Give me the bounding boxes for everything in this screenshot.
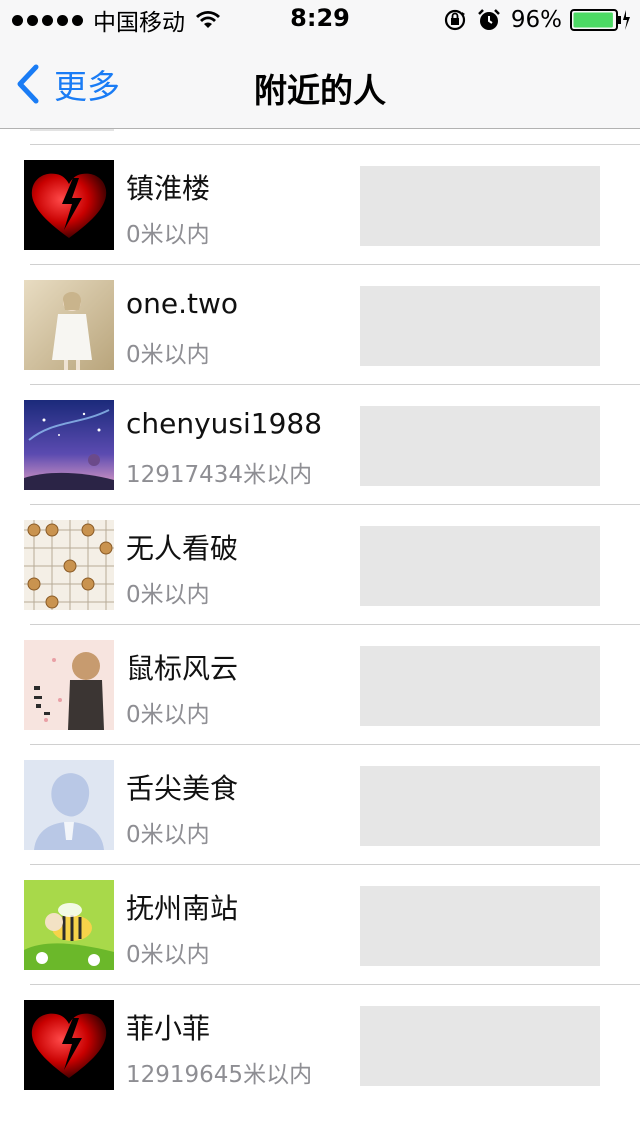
- charging-bolt-icon: [623, 10, 630, 30]
- rotation-lock-icon: [444, 9, 465, 31]
- person-name: 镇淮楼: [126, 172, 211, 205]
- image-placeholder: [360, 766, 600, 846]
- image-placeholder: [360, 406, 600, 486]
- person-distance: 0米以内: [126, 942, 210, 968]
- status-right: 96%: [443, 5, 630, 35]
- list-item-7[interactable]: 抚州南站 0米以内: [24, 865, 640, 985]
- night-sky-avatar[interactable]: [24, 400, 114, 490]
- image-placeholder: [360, 1006, 600, 1086]
- person-name: 抚州南站: [126, 892, 239, 925]
- broken-heart-avatar[interactable]: [24, 1000, 114, 1090]
- person-name: one.two: [126, 287, 239, 320]
- partial-list-item: [30, 129, 640, 145]
- status-bar: 中国移动 8:29 96%: [0, 0, 640, 40]
- chess-board-avatar[interactable]: [24, 520, 114, 610]
- list-item-3[interactable]: chenyusi1988 12917434米以内: [24, 385, 640, 505]
- person-distance: 0米以内: [126, 342, 210, 368]
- image-placeholder: [360, 166, 600, 246]
- person-distance: 0米以内: [126, 222, 210, 248]
- alarm-icon: [477, 9, 500, 30]
- person-distance: 0米以内: [126, 822, 210, 848]
- person-name: chenyusi1988: [126, 407, 323, 440]
- list-item-2[interactable]: one.two 0米以内: [24, 265, 640, 385]
- list-item-8[interactable]: 菲小菲 12919645米以内: [24, 985, 640, 1104]
- cartoon-bee-avatar[interactable]: [24, 880, 114, 970]
- photo-girl-avatar[interactable]: [24, 280, 114, 370]
- person-name: 鼠标风云: [126, 652, 239, 685]
- navigation-bar: 更多 附近的人: [0, 40, 640, 129]
- list-item-6[interactable]: 舌尖美食 0米以内: [24, 745, 640, 865]
- person-distance: 0米以内: [126, 702, 210, 728]
- list-item-5[interactable]: 鼠标风云 0米以内: [24, 625, 640, 745]
- image-placeholder: [360, 646, 600, 726]
- person-distance: 12919645米以内: [126, 1062, 313, 1088]
- page-title: 附近的人: [254, 71, 386, 110]
- people-list: 镇淮楼 0米以内 one.two 0米以内 chenyusi1988 12917…: [0, 129, 640, 1104]
- person-name: 菲小菲: [126, 1012, 211, 1045]
- image-placeholder: [360, 286, 600, 366]
- screen: 中国移动 8:29 96% 更多 附近的人 镇淮楼 0米以内 one.two 0…: [0, 0, 640, 1136]
- illustration-girl-avatar[interactable]: [24, 640, 114, 730]
- person-name: 无人看破: [126, 532, 239, 565]
- image-placeholder: [360, 886, 600, 966]
- person-name: 舌尖美食: [126, 772, 239, 805]
- image-placeholder: [360, 526, 600, 606]
- battery-percentage: 96%: [510, 7, 562, 33]
- broken-heart-avatar[interactable]: [24, 160, 114, 250]
- list-item-1[interactable]: 镇淮楼 0米以内: [24, 145, 640, 265]
- person-distance: 12917434米以内: [126, 462, 313, 488]
- battery-icon: [570, 9, 630, 31]
- default-person-avatar[interactable]: [24, 760, 114, 850]
- list-item-4[interactable]: 无人看破 0米以内: [24, 505, 640, 625]
- person-distance: 0米以内: [126, 582, 210, 608]
